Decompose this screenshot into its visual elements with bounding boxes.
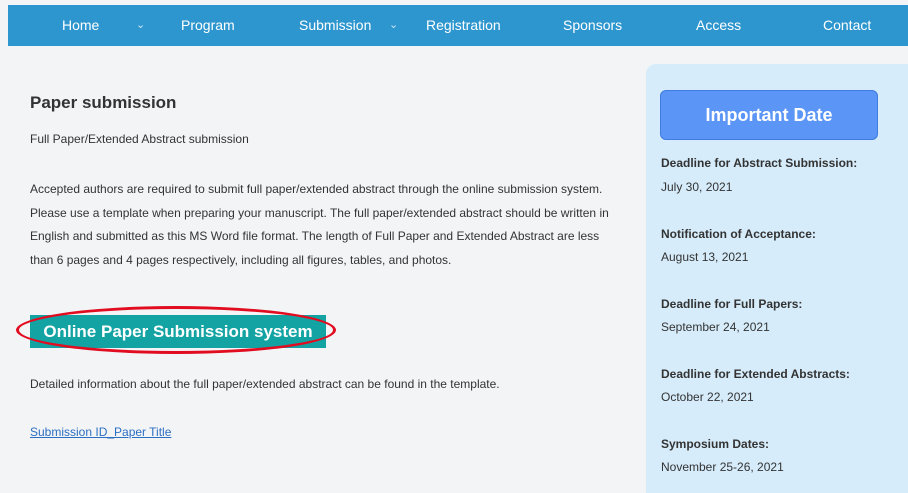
date-value-abstract: July 30, 2021 bbox=[661, 180, 733, 194]
important-dates-sidebar: Important Date Deadline for Abstract Sub… bbox=[646, 64, 908, 493]
date-label-full-papers: Deadline for Full Papers: bbox=[661, 297, 803, 311]
nav-item-home[interactable]: Home bbox=[62, 5, 99, 46]
date-label-extended-abstracts: Deadline for Extended Abstracts: bbox=[661, 367, 850, 381]
page-subtitle: Full Paper/Extended Abstract submission bbox=[30, 132, 249, 146]
nav-item-registration[interactable]: Registration bbox=[426, 5, 501, 46]
nav-item-access[interactable]: Access bbox=[696, 5, 741, 46]
date-label-notification: Notification of Acceptance: bbox=[661, 227, 816, 241]
nav-item-submission[interactable]: Submission bbox=[299, 5, 371, 46]
date-value-full-papers: September 24, 2021 bbox=[661, 320, 770, 334]
submission-instructions: Accepted authors are required to submit … bbox=[30, 182, 609, 267]
date-value-notification: August 13, 2021 bbox=[661, 250, 749, 264]
date-label-abstract: Deadline for Abstract Submission: bbox=[661, 156, 858, 170]
nav-item-contact[interactable]: Contact bbox=[823, 5, 871, 46]
submission-chevron-down-icon[interactable]: ⌄ bbox=[389, 5, 398, 46]
date-value-extended-abstracts: October 22, 2021 bbox=[661, 390, 754, 404]
date-value-symposium: November 25-26, 2021 bbox=[661, 460, 784, 474]
home-chevron-down-icon[interactable]: ⌄ bbox=[136, 5, 145, 46]
template-info-text: Detailed information about the full pape… bbox=[30, 377, 500, 391]
date-label-symposium: Symposium Dates: bbox=[661, 437, 770, 451]
nav-item-sponsors[interactable]: Sponsors bbox=[563, 5, 622, 46]
nav-item-program[interactable]: Program bbox=[181, 5, 235, 46]
template-download-link[interactable]: Submission ID_Paper Title bbox=[30, 425, 171, 439]
page-title: Paper submission bbox=[30, 93, 177, 112]
top-nav-bar: Home ⌄ Program Submission ⌄ Registration… bbox=[8, 5, 908, 46]
important-date-heading: Important Date bbox=[660, 90, 878, 140]
online-paper-submission-button[interactable]: Online Paper Submission system bbox=[30, 315, 326, 348]
